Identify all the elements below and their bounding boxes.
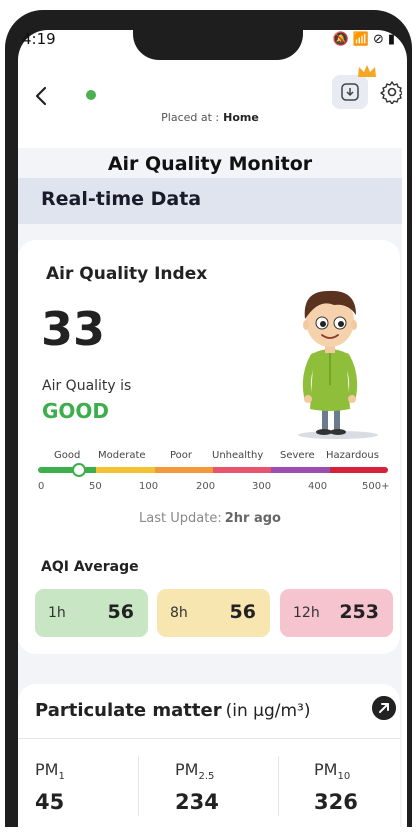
pm25-reading: PM2.5 234 <box>175 760 219 814</box>
particulate-divider <box>18 738 400 739</box>
scale-segment-4 <box>271 467 330 473</box>
scale-number: 300 <box>252 481 272 492</box>
scale-number: 100 <box>139 481 159 492</box>
placed-at-text: Placed at : Home <box>18 111 402 124</box>
pm-separator <box>278 756 279 816</box>
scale-label-poor: Poor <box>170 450 193 461</box>
pm10-value: 326 <box>314 790 358 815</box>
pm1-value: 45 <box>35 790 65 815</box>
back-arrow-icon[interactable] <box>32 84 52 108</box>
average-period: 8h <box>170 605 188 621</box>
pm-separator <box>138 756 139 816</box>
pm-subscript: 10 <box>337 771 351 783</box>
average-period: 12h <box>293 605 320 621</box>
average-period: 1h <box>48 605 66 621</box>
particulate-title-text: Particulate matter <box>35 700 222 721</box>
scale-number: 200 <box>196 481 216 492</box>
last-update-label: Last Update: <box>139 511 222 526</box>
aqi-average-12h[interactable]: 12h 253 <box>280 589 393 637</box>
aqi-value: 33 <box>41 302 106 356</box>
pm25-label: PM2.5 <box>175 760 219 782</box>
download-report-button[interactable] <box>332 75 368 109</box>
scale-segment-1 <box>96 467 155 473</box>
particulate-unit: (in µg/m³) <box>225 701 311 721</box>
particulate-title: Particulate matter (in µg/m³) <box>35 700 310 721</box>
scale-label-hazardous: Hazardous <box>326 450 379 461</box>
last-update-value: 2hr ago <box>224 511 281 526</box>
scale-label-severe: Severe <box>280 450 315 461</box>
placed-at-label: Placed at : <box>161 111 220 124</box>
scale-label-good: Good <box>54 450 81 461</box>
scale-label-moderate: Moderate <box>98 450 146 461</box>
pm-subscript: 2.5 <box>198 771 215 783</box>
page-title: Air Quality Monitor <box>107 153 313 175</box>
average-value: 253 <box>339 601 379 623</box>
scale-segment-2 <box>154 467 213 473</box>
aqi-title: Air Quality Index <box>46 264 208 284</box>
section-title: Real-time Data <box>41 188 202 210</box>
pm-name: PM <box>35 760 59 779</box>
scale-number: 400 <box>308 481 328 492</box>
aqi-scale-marker <box>71 463 86 477</box>
aqi-average-title: AQI Average <box>41 559 139 575</box>
wifi-icon: 📶 <box>352 32 370 47</box>
scale-segment-3 <box>212 467 272 473</box>
dnd-icon: ⊘ <box>372 32 385 47</box>
pm25-value: 234 <box>175 790 219 815</box>
scale-number: 0 <box>38 481 45 492</box>
open-details-arrow-icon[interactable] <box>372 696 396 720</box>
app-viewport: 4:19 🔕 📶 ⊘ ▮ Placed at : Home Air Quality Mo… <box>18 30 402 827</box>
status-icons: 🔕 📶 ⊘ ▮ <box>330 32 396 47</box>
average-value: 56 <box>107 601 134 623</box>
mascot-illustration <box>298 290 378 439</box>
aqi-average-8h[interactable]: 8h 56 <box>157 589 270 637</box>
status-time: 4:19 <box>22 30 56 48</box>
mute-icon: 🔕 <box>332 32 350 47</box>
scale-label-unhealthy: Unhealthy <box>212 450 264 461</box>
settings-gear-icon[interactable] <box>380 80 402 104</box>
aqi-average-1h[interactable]: 1h 56 <box>35 589 148 637</box>
pm1-reading: PM1 45 <box>35 760 65 814</box>
last-update-text: Last Update: 2hr ago <box>18 511 402 526</box>
scale-number: 500+ <box>362 481 390 492</box>
scale-number: 50 <box>89 481 102 492</box>
section-header-realtime: Real-time Data <box>18 178 402 224</box>
aqi-scale-bar <box>38 467 388 473</box>
online-status-dot <box>86 90 96 100</box>
pm10-label: PM10 <box>314 760 358 782</box>
battery-icon: ▮ <box>387 32 396 47</box>
download-icon <box>341 83 359 101</box>
pm-name: PM <box>314 760 338 779</box>
scale-segment-0 <box>38 467 97 473</box>
pm-subscript: 1 <box>58 771 65 783</box>
pm-name: PM <box>175 760 199 779</box>
pm1-label: PM1 <box>35 760 65 782</box>
air-quality-status: GOOD <box>42 399 110 423</box>
air-quality-label: Air Quality is <box>42 378 132 394</box>
placed-at-value: Home <box>223 111 259 124</box>
pm10-reading: PM10 326 <box>314 760 358 814</box>
premium-crown-icon <box>358 65 376 77</box>
scale-segment-5 <box>329 467 388 473</box>
average-value: 56 <box>229 601 256 623</box>
